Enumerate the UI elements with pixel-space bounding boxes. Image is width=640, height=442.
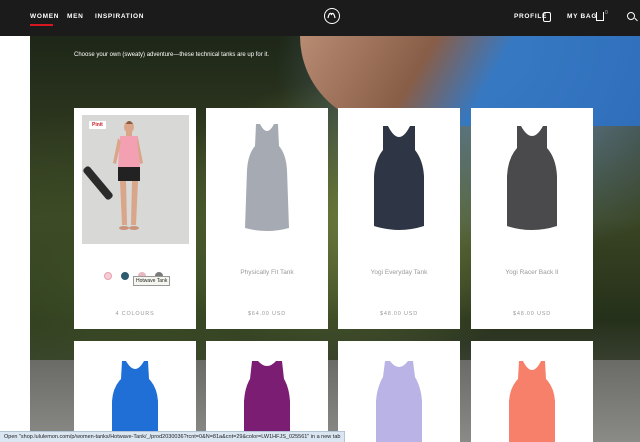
- product-card-row2-2[interactable]: [206, 341, 328, 442]
- nav-link-men[interactable]: MEN: [67, 13, 84, 20]
- top-navigation: WOMEN MEN INSPIRATION PROFILE MY BAG 0: [0, 0, 640, 36]
- my-bag-link[interactable]: MY BAG: [567, 13, 597, 20]
- pin-it-button[interactable]: Pinit: [88, 120, 107, 130]
- product-name[interactable]: Yogi Everyday Tank: [338, 269, 460, 276]
- product-card-yogi-racer-back[interactable]: Yogi Racer Back II $48.00 USD: [471, 108, 593, 329]
- browser-status-bar: Open "shop.lululemon.com/p/women-tanks/H…: [0, 431, 346, 442]
- tank-image[interactable]: [371, 126, 427, 236]
- active-nav-underline: [30, 24, 53, 26]
- tank-image[interactable]: [507, 361, 557, 442]
- product-card-physically-fit[interactable]: Physically Fit Tank $64.00 USD: [206, 108, 328, 329]
- product-card-row2-3[interactable]: [338, 341, 460, 442]
- tank-image[interactable]: [504, 126, 560, 236]
- nav-link-inspiration[interactable]: INSPIRATION: [95, 13, 144, 20]
- tank-image[interactable]: [110, 361, 160, 442]
- tank-image[interactable]: [242, 124, 292, 234]
- tank-image[interactable]: [374, 361, 424, 442]
- product-card-yogi-everyday[interactable]: Yogi Everyday Tank $48.00 USD: [338, 108, 460, 329]
- bag-count: 0: [605, 10, 608, 16]
- shopping-bag-icon[interactable]: [596, 12, 604, 21]
- color-count: 4 COLOURS: [115, 311, 155, 317]
- nav-link-women[interactable]: WOMEN: [30, 13, 59, 20]
- product-card-hotwave[interactable]: Pinit Hotwave Tank 4 COLOURS: [74, 108, 196, 329]
- hero-intro-text: Choose your own (sweaty) adventure—these…: [74, 52, 270, 58]
- search-icon[interactable]: [627, 12, 635, 20]
- product-card-row2-1[interactable]: [74, 341, 196, 442]
- lululemon-logo-icon[interactable]: [324, 8, 340, 24]
- product-price: $48.00 USD: [513, 311, 551, 317]
- tank-image[interactable]: [242, 361, 292, 442]
- profile-icon[interactable]: [543, 12, 551, 22]
- swatch-tooltip: Hotwave Tank: [133, 276, 171, 286]
- product-photo[interactable]: Pinit: [82, 115, 189, 244]
- left-margin: [0, 36, 30, 442]
- product-price: $64.00 USD: [248, 311, 286, 317]
- color-swatch-2[interactable]: [121, 272, 129, 280]
- color-swatch-1[interactable]: [104, 272, 112, 280]
- product-price: $48.00 USD: [380, 311, 418, 317]
- product-name[interactable]: Yogi Racer Back II: [471, 269, 593, 276]
- product-name[interactable]: Physically Fit Tank: [206, 269, 328, 276]
- product-card-row2-4[interactable]: [471, 341, 593, 442]
